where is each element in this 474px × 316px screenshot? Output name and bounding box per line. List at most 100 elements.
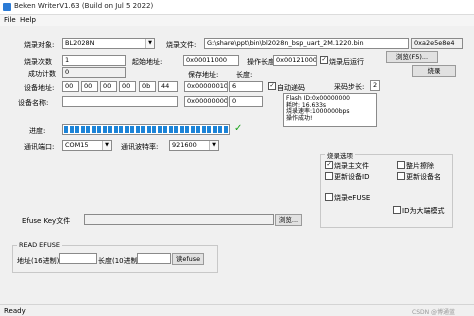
burn-button[interactable]: 烧录 [412, 65, 456, 77]
update-device-name-checkbox[interactable] [397, 172, 405, 180]
progress-segment [69, 126, 74, 133]
progress-segment [80, 126, 85, 133]
read-efuse-len-field[interactable] [137, 253, 171, 264]
device-addr-byte-3[interactable]: 00 [119, 81, 136, 92]
log-line: 操作成功! [286, 114, 313, 122]
main-file-checkbox[interactable]: ✓ [325, 161, 333, 169]
auto-inc-checkbox[interactable]: ✓ [268, 82, 276, 90]
id-big-endian-checkbox[interactable] [393, 206, 401, 214]
browse-file-button[interactable]: 浏览(F5)... [386, 51, 438, 63]
progress-label: 进度: [29, 127, 46, 135]
whole-erase-label: 整片擦除 [406, 162, 434, 170]
status-text: Ready [4, 307, 26, 315]
menu-file[interactable]: File [4, 16, 16, 24]
device-addr-byte-5[interactable]: 44 [158, 81, 178, 92]
read-efuse-addr-field[interactable] [59, 253, 97, 264]
length-label: 长度: [236, 71, 253, 79]
log-output: Flash ID:0x00000000 耗时: 16.633s 烧录速率:100… [283, 93, 377, 127]
progress-bar [62, 124, 230, 135]
efuse-key-label: Efuse Key文件 [22, 217, 71, 225]
checksum-field: 0xa2e5e8e4 [411, 38, 463, 49]
baud-label: 通讯波特率: [121, 143, 159, 151]
start-addr-field[interactable]: 0x00011000 [183, 55, 239, 66]
length-field[interactable]: 6 [229, 81, 263, 92]
reset-after-checkbox[interactable]: ✓ [320, 56, 328, 64]
op-len-field[interactable]: 0x00121000 [273, 55, 317, 66]
progress-segment [218, 126, 222, 133]
device-name-field[interactable] [62, 96, 178, 107]
save-addr-field[interactable]: 0x0000001000 [184, 81, 228, 92]
progress-segment [174, 126, 178, 133]
progress-segment [152, 126, 156, 133]
progress-segment [223, 126, 228, 133]
progress-segment [97, 126, 101, 133]
whole-erase-checkbox[interactable] [397, 161, 405, 169]
update-device-name-label: 更新设备名 [406, 173, 441, 181]
progress-segment [130, 126, 134, 133]
progress-segment [207, 126, 211, 133]
status-bar: Ready CSDN @博通蓝 [0, 304, 474, 316]
update-device-id-checkbox[interactable] [325, 172, 333, 180]
baud-select[interactable]: 921600 ▼ [169, 140, 219, 151]
efuse-key-field[interactable] [84, 214, 274, 225]
success-count-label: 成功计数 [28, 70, 56, 78]
progress-segment [179, 126, 184, 133]
file-path-field[interactable]: G:\share\ppt\bin\bl2028n_bsp_uart_2M.122… [204, 38, 409, 49]
port-select-value: COM15 [65, 141, 89, 149]
device-name-label: 设备名称: [18, 99, 49, 107]
progress-segment [86, 126, 90, 133]
progress-segment [168, 126, 173, 133]
device-addr-byte-1[interactable]: 00 [81, 81, 98, 92]
chevron-down-icon: ▼ [102, 141, 111, 150]
menu-help[interactable]: Help [20, 16, 36, 24]
progress-segment [108, 126, 112, 133]
file-label: 烧录文件: [166, 41, 197, 49]
read-efuse-addr-label: 地址(16进制): [17, 257, 62, 265]
port-select[interactable]: COM15 ▼ [62, 140, 112, 151]
save-addr-label: 保存地址: [188, 71, 219, 79]
id-big-endian-label: ID为大端模式 [402, 207, 445, 215]
burn-efuse-checkbox[interactable] [325, 193, 333, 201]
burn-efuse-label: 烧录eFUSE [334, 194, 371, 202]
target-select[interactable]: BL2028N ▼ [62, 38, 155, 49]
count-field[interactable]: 1 [62, 55, 126, 66]
main-file-label: 烧录主文件 [334, 162, 369, 170]
target-label: 烧录对象: [24, 41, 55, 49]
progress-segment [163, 126, 167, 133]
port-label: 通讯端口: [24, 143, 55, 151]
save-addr2-field[interactable]: 0x00000000 [184, 96, 228, 107]
length2-field[interactable]: 0 [229, 96, 263, 107]
read-efuse-button[interactable]: 读efuse [172, 253, 204, 265]
reset-after-label: 烧录后运行 [329, 58, 364, 66]
progress-segment [146, 126, 151, 133]
device-addr-byte-4[interactable]: 0b [139, 81, 156, 92]
efuse-browse-button[interactable]: 浏览... [275, 214, 302, 226]
progress-segment [64, 126, 68, 133]
progress-segment [124, 126, 129, 133]
count-label: 烧录次数 [24, 58, 52, 66]
progress-segment [201, 126, 206, 133]
device-addr-byte-0[interactable]: 00 [62, 81, 79, 92]
progress-segment [75, 126, 79, 133]
read-efuse-group-title: READ EFUSE [17, 241, 62, 249]
options-group-title: 烧录选项 [325, 150, 355, 160]
progress-segment [190, 126, 195, 133]
device-addr-byte-2[interactable]: 00 [100, 81, 117, 92]
step-label: 采码步长: [334, 83, 365, 91]
progress-segment [135, 126, 140, 133]
app-icon [3, 3, 11, 11]
chevron-down-icon: ▼ [209, 141, 218, 150]
success-count-field: 0 [62, 67, 126, 78]
device-addr-label: 设备地址: [24, 84, 55, 92]
progress-segment [157, 126, 162, 133]
auto-inc-label: 自动递码 [277, 84, 305, 92]
step-field[interactable]: 2 [370, 80, 380, 91]
start-addr-label: 起始地址: [132, 58, 163, 66]
progress-segment [91, 126, 96, 133]
title-bar: Beken WriterV1.63 (Build on Jul 5 2022) [0, 0, 474, 15]
progress-segment [102, 126, 107, 133]
window-title: Beken WriterV1.63 (Build on Jul 5 2022) [14, 2, 154, 10]
progress-segment [141, 126, 145, 133]
chevron-down-icon: ▼ [145, 39, 154, 48]
progress-segment [119, 126, 123, 133]
